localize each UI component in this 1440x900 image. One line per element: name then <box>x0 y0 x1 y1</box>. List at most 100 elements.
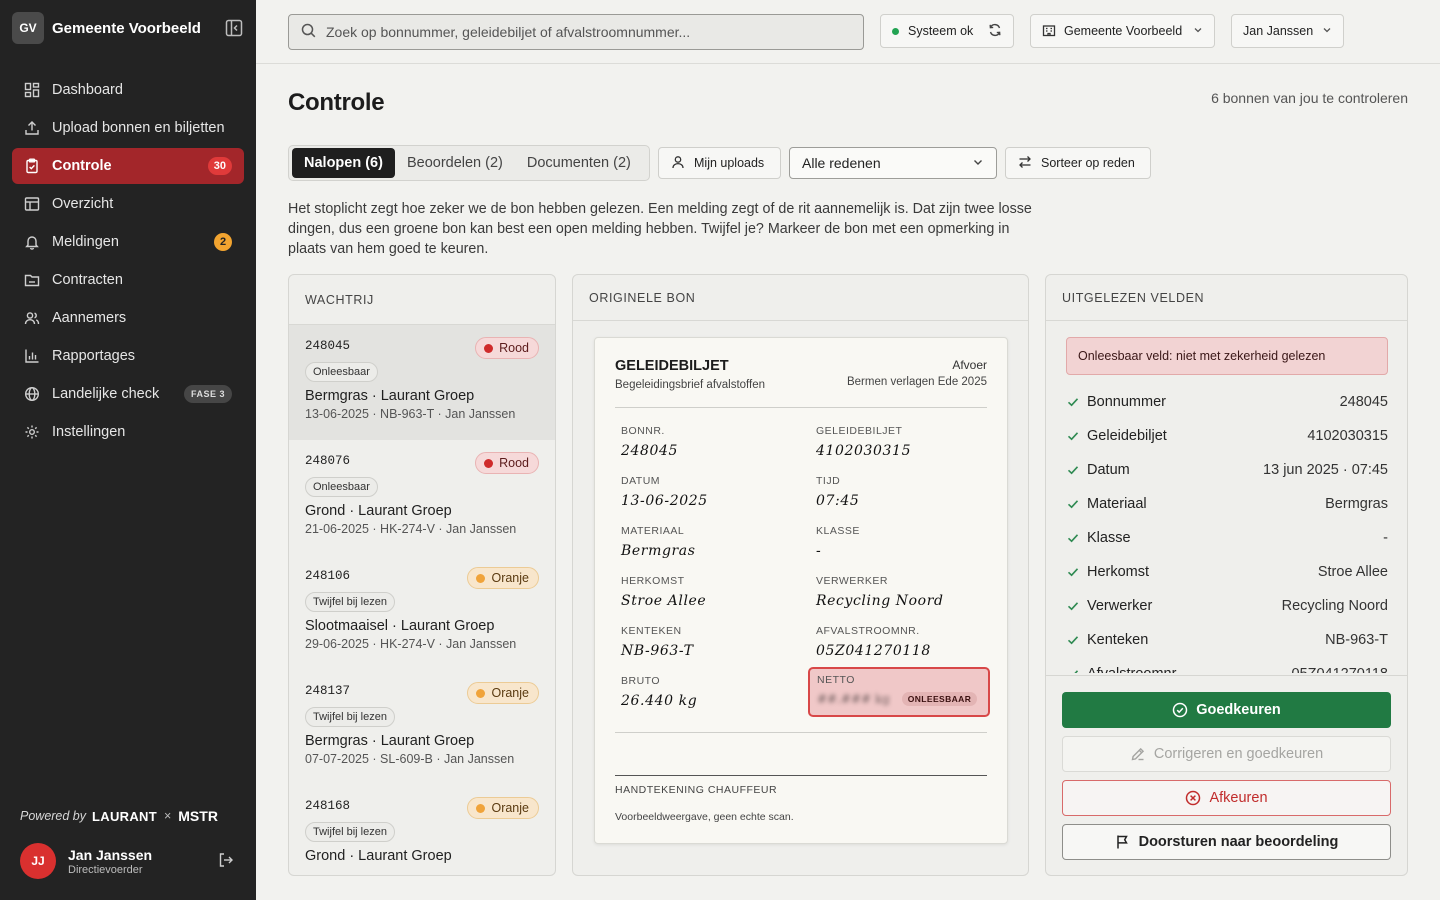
dashboard-icon <box>24 82 40 98</box>
extracted-field-label: Klasse <box>1087 530 1131 546</box>
reject-button[interactable]: Afkeuren <box>1062 780 1391 816</box>
org-logo: GV <box>12 12 44 44</box>
chevron-down-icon <box>1193 24 1203 38</box>
topbar: Systeem ok Gemeente Voorbeeld Jan Jansse… <box>256 0 1440 64</box>
sidebar-item-rapportages[interactable]: Rapportages <box>12 338 244 374</box>
queue-item[interactable]: 248045 Rood Onleesbaar Bermgras · Laurant G… <box>289 325 555 440</box>
intro-text: Het stoplicht zegt hoe zeker we de bon h… <box>288 201 1032 257</box>
tab-nalopen[interactable]: Nalopen (6) <box>292 148 395 178</box>
queue-item[interactable]: 248168 Oranje Twijfel bij lezen Grond · Lau… <box>289 785 555 875</box>
doc-field: MATERIAAL Bermgras <box>621 525 801 559</box>
org-label: Gemeente Voorbeeld <box>1064 24 1183 38</box>
extracted-fields-list[interactable]: Bonnummer 248045 Geleidebiljet 4102030315 Da… <box>1066 385 1388 673</box>
user-profile: JJ Jan Janssen Directievoerder <box>20 843 236 879</box>
reason-tag: Onleesbaar <box>305 477 378 497</box>
blurred-value: ##.### kg <box>817 692 890 706</box>
doc-field: VERWERKER Recycling Noord <box>816 575 996 609</box>
controle-count-badge: 30 <box>207 157 232 175</box>
doc-field-value: 4102030315 <box>816 443 912 459</box>
queue-item-title: Bermgras · Laurant Groep <box>305 733 475 749</box>
reason-select-value: Alle redenen <box>802 155 881 171</box>
phase-badge: FASE 3 <box>183 385 232 403</box>
doc-field-value: 26.440 kg <box>621 693 698 709</box>
doc-field-value: - <box>816 543 822 559</box>
chevron-down-icon <box>1322 24 1332 38</box>
extracted-field-row: Verwerker Recycling Noord <box>1066 589 1388 623</box>
forward-to-review-button[interactable]: Doorsturen naar beoordeling <box>1062 824 1391 860</box>
doc-field-label: GELEIDEBILJET <box>816 425 903 437</box>
queue-item-title: Bermgras · Laurant Groep <box>305 388 475 404</box>
my-uploads-label: Mijn uploads <box>694 156 765 170</box>
queue-item[interactable]: 248106 Oranje Twijfel bij lezen Slootmaaise… <box>289 555 555 670</box>
user-name: Jan Janssen <box>68 846 153 863</box>
queue-item-meta: 13-06-2025 · NB-963-T · Jan Janssen <box>305 407 516 421</box>
table-icon <box>24 196 40 212</box>
approve-button[interactable]: Goedkeuren <box>1062 692 1391 728</box>
unreadable-alert: Onleesbaar veld: niet met zekerheid gele… <box>1066 337 1388 375</box>
chevron-down-icon <box>972 155 984 171</box>
sidebar-item-aannemers[interactable]: Aannemers <box>12 300 244 336</box>
search-input[interactable] <box>326 24 846 40</box>
correct-and-approve-button[interactable]: Corrigeren en goedkeuren <box>1062 736 1391 772</box>
action-bar: Goedkeuren Corrigeren en goedkeuren Afke… <box>1046 675 1407 875</box>
extracted-field-label: Datum <box>1087 462 1130 478</box>
doc-field: TIJD 07:45 <box>816 475 996 509</box>
sidebar-item-landelijke-check[interactable]: Landelijke check FASE 3 <box>12 376 244 412</box>
sidebar-item-contracten[interactable]: Contracten <box>12 262 244 298</box>
reason-select[interactable]: Alle redenen <box>789 147 997 179</box>
preview-note: Voorbeeldweergave, geen echte scan. <box>615 811 794 823</box>
doc-field-label: MATERIAAL <box>621 525 685 537</box>
my-uploads-button[interactable]: Mijn uploads <box>658 147 781 179</box>
logout-icon[interactable] <box>218 852 236 870</box>
sidebar-item-label: Landelijke check <box>52 386 160 402</box>
reason-tag: Twijfel bij lezen <box>305 592 395 612</box>
status-dot <box>484 343 494 353</box>
system-status-button[interactable]: Systeem ok <box>880 14 1014 48</box>
sidebar-item-label: Rapportages <box>52 348 136 364</box>
sidebar-item-label: Dashboard <box>52 82 123 98</box>
check-icon <box>1066 667 1080 673</box>
queue-item-title: Grond · Laurant Groep <box>305 503 452 519</box>
queue-item[interactable]: 248076 Rood Onleesbaar Grond · Laurant Groe… <box>289 440 555 555</box>
user-menu[interactable]: Jan Janssen <box>1231 14 1344 48</box>
doc-field-label: BRUTO <box>621 675 661 687</box>
sidebar-item-label: Upload bonnen en biljetten <box>52 120 225 136</box>
check-icon <box>1066 497 1080 511</box>
sidebar-item-upload[interactable]: Upload bonnen en biljetten <box>12 110 244 146</box>
extracted-field-value: 4102030315 <box>1307 428 1388 444</box>
doc-field-label: TIJD <box>816 475 841 487</box>
sidebar-item-overzicht[interactable]: Overzicht <box>12 186 244 222</box>
queue-item[interactable]: 248137 Oranje Twijfel bij lezen Bermgras · … <box>289 670 555 785</box>
status-dot <box>476 688 486 698</box>
flag-icon <box>1115 834 1131 850</box>
doc-field-label: KLASSE <box>816 525 860 537</box>
forward-label: Doorsturen naar beoordeling <box>1138 834 1339 850</box>
doc-field-value: Stroe Allee <box>621 593 707 609</box>
org-switcher[interactable]: Gemeente Voorbeeld <box>1030 14 1215 48</box>
doc-field-value: 248045 <box>621 443 679 459</box>
tab-beoordelen[interactable]: Beoordelen (2) <box>395 148 515 178</box>
sidebar-item-controle[interactable]: Controle 30 <box>12 148 244 184</box>
queue-panel: WACHTRIJ 248045 Rood Onleesbaar Bermgras · … <box>288 274 556 876</box>
page-title: Controle <box>288 89 385 116</box>
doc-field-label: AFVALSTROOMNR. <box>816 625 920 637</box>
doc-field-netto[interactable]: NETTO ##.### kg ONLEESBAAR <box>808 667 990 717</box>
sidebar: GV Gemeente Voorbeeld Dashboard Upload b… <box>0 0 256 900</box>
tab-documenten[interactable]: Documenten (2) <box>515 148 643 178</box>
sidebar-item-instellingen[interactable]: Instellingen <box>12 414 244 450</box>
extracted-field-value: NB-963-T <box>1325 632 1388 648</box>
search-bar[interactable] <box>288 14 864 50</box>
extracted-field-label: Verwerker <box>1087 598 1153 614</box>
sidebar-item-dashboard[interactable]: Dashboard <box>12 72 244 108</box>
collapse-sidebar-icon[interactable] <box>224 18 244 38</box>
check-circle-icon <box>1172 702 1188 718</box>
user-role: Directievoerder <box>68 863 143 876</box>
doc-field-value: Bermgras <box>621 543 696 559</box>
doc-subtitle: Begeleidingsbrief afvalstoffen <box>615 379 766 391</box>
laurant-logo: LAURANT <box>92 808 157 824</box>
extracted-field-value: 05Z041270118 <box>1292 666 1389 673</box>
sidebar-item-meldingen[interactable]: Meldingen 2 <box>12 224 244 260</box>
sort-by-reason-button[interactable]: Sorteer op reden <box>1005 147 1151 179</box>
correct-label: Corrigeren en goedkeuren <box>1153 746 1324 762</box>
review-count: 6 bonnen van jou te controleren <box>1211 90 1408 106</box>
